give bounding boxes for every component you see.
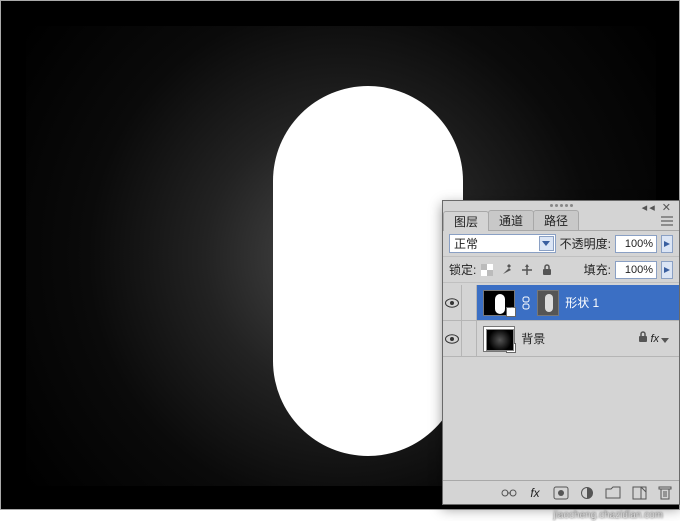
lock-buttons — [480, 263, 554, 277]
opacity-label: 不透明度: — [560, 235, 611, 252]
layer-thumbnail — [483, 290, 515, 316]
layers-panel: ◂◂ ✕ 图层 通道 路径 正常 不透明度: 100% 锁定: 填充: 100% — [442, 200, 680, 505]
visibility-toggle[interactable] — [443, 285, 462, 320]
watermark-url: jiaocheng.chazidian.com — [553, 510, 663, 521]
tab-channels[interactable]: 通道 — [488, 210, 534, 230]
blend-opacity-row: 正常 不透明度: 100% — [443, 231, 679, 257]
blend-mode-value: 正常 — [454, 235, 478, 252]
tab-paths[interactable]: 路径 — [533, 210, 579, 230]
lock-all-icon[interactable] — [540, 263, 554, 277]
layer-style-icon[interactable]: fx — [527, 485, 543, 501]
adjustment-layer-icon[interactable] — [579, 485, 595, 501]
lock-fill-row: 锁定: 填充: 100% — [443, 257, 679, 283]
tab-layers[interactable]: 图层 — [443, 211, 489, 231]
link-column — [462, 285, 477, 320]
opacity-slider-toggle[interactable] — [661, 235, 673, 253]
new-layer-icon[interactable] — [631, 485, 647, 501]
layers-list: 形状 1 背景 fx — [443, 285, 679, 480]
layer-row-background[interactable]: 背景 fx — [443, 321, 679, 357]
link-column — [462, 321, 477, 356]
delete-layer-icon[interactable] — [657, 485, 673, 501]
layer-name: 背景 — [521, 330, 545, 347]
fill-label: 填充: — [584, 261, 611, 278]
opacity-value: 100% — [625, 238, 653, 250]
visibility-toggle[interactable] — [443, 321, 462, 356]
fill-input[interactable]: 100% — [615, 261, 657, 279]
layer-name: 形状 1 — [565, 294, 599, 311]
layers-footer: fx — [443, 480, 679, 504]
layer-lock-icon — [638, 331, 648, 346]
layer-thumbnail — [483, 326, 515, 352]
layer-mask-icon[interactable] — [553, 485, 569, 501]
capsule-shape — [273, 86, 463, 456]
dropdown-icon — [539, 236, 554, 251]
lock-label: 锁定: — [449, 261, 476, 278]
mask-link-icon[interactable] — [521, 296, 531, 310]
lock-pixels-icon[interactable] — [500, 263, 514, 277]
fill-value: 100% — [625, 264, 653, 276]
layer-fx-icon[interactable]: fx — [650, 333, 659, 345]
vector-mask-thumbnail — [537, 290, 559, 316]
panel-menu-icon[interactable] — [655, 212, 679, 230]
opacity-input[interactable]: 100% — [615, 235, 657, 253]
link-layers-icon[interactable] — [501, 485, 517, 501]
panel-collapse-close[interactable]: ◂◂ ✕ — [642, 201, 673, 214]
fill-slider-toggle[interactable] — [661, 261, 673, 279]
group-icon[interactable] — [605, 485, 621, 501]
blend-mode-select[interactable]: 正常 — [449, 234, 556, 253]
layer-row-shape1[interactable]: 形状 1 — [443, 285, 679, 321]
chevron-down-icon[interactable] — [661, 332, 669, 346]
lock-position-icon[interactable] — [520, 263, 534, 277]
lock-transparency-icon[interactable] — [480, 263, 494, 277]
